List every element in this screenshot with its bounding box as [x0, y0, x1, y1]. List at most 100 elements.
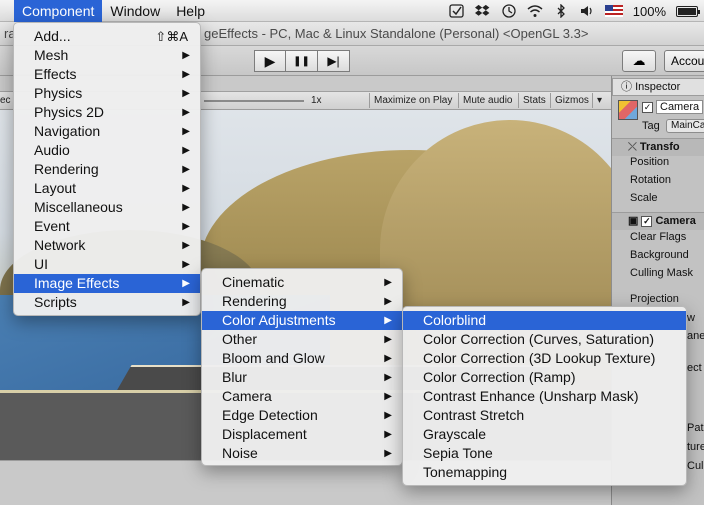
effect-item-contrast-enhance[interactable]: Contrast Enhance (Unsharp Mask)	[403, 387, 686, 406]
volume-icon[interactable]	[579, 4, 595, 18]
submenu-item-other[interactable]: Other ▶	[202, 330, 402, 349]
step-button[interactable]: ▶|	[318, 50, 350, 72]
submenu-arrow-icon: ▶	[384, 391, 392, 402]
submenu-item-camera[interactable]: Camera ▶	[202, 387, 402, 406]
submenu-arrow-icon: ▶	[182, 50, 190, 61]
submenu-arrow-icon: ▶	[384, 410, 392, 421]
tag-label: Tag	[642, 120, 660, 132]
maximize-on-play-toggle[interactable]: Maximize on Play	[369, 93, 456, 108]
camera-row-partial-2: ane	[687, 330, 704, 342]
submenu-item-rendering[interactable]: Rendering ▶	[202, 292, 402, 311]
gameobject-icon	[618, 100, 638, 120]
camera-icon: ▣	[628, 215, 642, 227]
gizmos-dropdown-icon[interactable]: ▾	[592, 93, 606, 108]
gizmos-toggle[interactable]: Gizmos	[550, 93, 593, 108]
dropbox-icon[interactable]	[474, 4, 491, 18]
camera-row-partial-5: ture	[687, 441, 704, 453]
menu-item-effects[interactable]: Effects ▶	[14, 65, 200, 84]
effect-item-grayscale[interactable]: Grayscale	[403, 425, 686, 444]
status-tray: 100%	[449, 0, 704, 22]
menu-item-ui[interactable]: UI ▶	[14, 255, 200, 274]
menu-item-image-effects[interactable]: Image Effects ▶	[14, 274, 200, 293]
submenu-item-noise[interactable]: Noise ▶	[202, 444, 402, 463]
submenu-arrow-icon: ▶	[182, 164, 190, 175]
wifi-icon[interactable]	[527, 4, 543, 18]
menu-component[interactable]: Component	[14, 0, 103, 22]
submenu-arrow-icon: ▶	[384, 372, 392, 383]
menu-item-physics-2d[interactable]: Physics 2D ▶	[14, 103, 200, 122]
effect-item-color-correction-curves[interactable]: Color Correction (Curves, Saturation)	[403, 330, 686, 349]
transform-row-rotation: Rotation	[630, 174, 671, 186]
camera-component-header[interactable]: ▣ ✓ Camera	[612, 212, 704, 230]
aspect-dropdown[interactable]: ec	[0, 95, 11, 106]
menu-item-navigation[interactable]: Navigation ▶	[14, 122, 200, 141]
inspector-tab-label: Inspector	[635, 81, 681, 93]
submenu-item-color-adjustments[interactable]: Color Adjustments ▶	[202, 311, 402, 330]
effect-item-color-correction-3d-lut[interactable]: Color Correction (3D Lookup Texture)	[403, 349, 686, 368]
submenu-arrow-icon: ▶	[182, 278, 190, 289]
transform-header[interactable]: ⤬ Transfo	[612, 138, 704, 156]
camera-enabled-checkbox[interactable]: ✓	[641, 215, 653, 227]
submenu-arrow-icon: ▶	[182, 183, 190, 194]
menu-item-layout[interactable]: Layout ▶	[14, 179, 200, 198]
menu-item-event[interactable]: Event ▶	[14, 217, 200, 236]
submenu-arrow-icon: ▶	[182, 240, 190, 251]
submenu-arrow-icon: ▶	[384, 448, 392, 459]
menu-item-audio[interactable]: Audio ▶	[14, 141, 200, 160]
submenu-arrow-icon: ▶	[384, 334, 392, 345]
submenu-arrow-icon: ▶	[182, 145, 190, 156]
object-name-field[interactable]: Camera	[656, 100, 704, 114]
transform-row-position: Position	[630, 156, 670, 168]
camera-row-clear-flags: Clear Flags	[630, 231, 687, 243]
transform-row-scale: Scale	[630, 192, 658, 204]
camera-row-partial-6: Cul	[687, 460, 704, 472]
play-button[interactable]: ▶	[254, 50, 286, 72]
cloud-button[interactable]: ☁	[622, 50, 656, 72]
component-menu: Add... ⇧⌘A Mesh ▶ Effects ▶ Physics ▶ Physic…	[13, 22, 201, 316]
submenu-arrow-icon: ▶	[182, 221, 190, 232]
submenu-item-blur[interactable]: Blur ▶	[202, 368, 402, 387]
submenu-item-displacement[interactable]: Displacement ▶	[202, 425, 402, 444]
submenu-item-edge-detection[interactable]: Edge Detection ▶	[202, 406, 402, 425]
us-flag-icon[interactable]	[604, 5, 623, 17]
menu-window[interactable]: Window	[102, 0, 168, 22]
battery-icon[interactable]	[676, 5, 700, 17]
menu-item-physics[interactable]: Physics ▶	[14, 84, 200, 103]
camera-row-background: Background	[630, 249, 689, 261]
menu-item-mesh[interactable]: Mesh ▶	[14, 46, 200, 65]
menu-item-scripts[interactable]: Scripts ▶	[14, 293, 200, 312]
active-checkbox[interactable]: ✓	[642, 101, 653, 113]
transform-icon: ⤬	[628, 141, 640, 153]
submenu-item-cinematic[interactable]: Cinematic ▶	[202, 273, 402, 292]
effect-item-colorblind[interactable]: Colorblind	[403, 311, 686, 330]
checkbox-tray-icon[interactable]	[449, 4, 465, 18]
image-effects-submenu: Cinematic ▶ Rendering ▶ Color Adjustments ▶…	[201, 268, 403, 466]
bluetooth-icon[interactable]	[553, 4, 569, 18]
scale-slider[interactable]	[204, 100, 304, 102]
effect-item-color-correction-ramp[interactable]: Color Correction (Ramp)	[403, 368, 686, 387]
menu-item-miscellaneous[interactable]: Miscellaneous ▶	[14, 198, 200, 217]
stats-toggle[interactable]: Stats	[518, 93, 550, 108]
add-shortcut: ⇧⌘A	[155, 29, 188, 44]
mute-audio-toggle[interactable]: Mute audio	[458, 93, 516, 108]
submenu-arrow-icon: ▶	[182, 69, 190, 80]
submenu-arrow-icon: ▶	[182, 297, 190, 308]
apple-menu[interactable]	[0, 0, 14, 22]
time-machine-icon[interactable]	[501, 4, 517, 18]
transform-header-label: Transfo	[639, 141, 680, 153]
effect-item-sepia-tone[interactable]: Sepia Tone	[403, 444, 686, 463]
camera-row-partial-3: ect	[687, 362, 702, 374]
menu-item-rendering[interactable]: Rendering ▶	[14, 160, 200, 179]
account-button[interactable]: Accou	[664, 50, 704, 72]
menu-item-network[interactable]: Network ▶	[14, 236, 200, 255]
inspector-tab[interactable]: ⓘ Inspector	[612, 78, 704, 96]
submenu-item-bloom-and-glow[interactable]: Bloom and Glow ▶	[202, 349, 402, 368]
battery-percent: 100%	[632, 3, 666, 19]
pause-button[interactable]: ❚❚	[286, 50, 318, 72]
menu-item-add[interactable]: Add... ⇧⌘A	[14, 27, 200, 46]
menu-help[interactable]: Help	[168, 0, 213, 22]
submenu-arrow-icon: ▶	[384, 315, 392, 326]
tag-dropdown[interactable]: MainCa	[666, 119, 704, 133]
effect-item-contrast-stretch[interactable]: Contrast Stretch	[403, 406, 686, 425]
effect-item-tonemapping[interactable]: Tonemapping	[403, 463, 686, 482]
